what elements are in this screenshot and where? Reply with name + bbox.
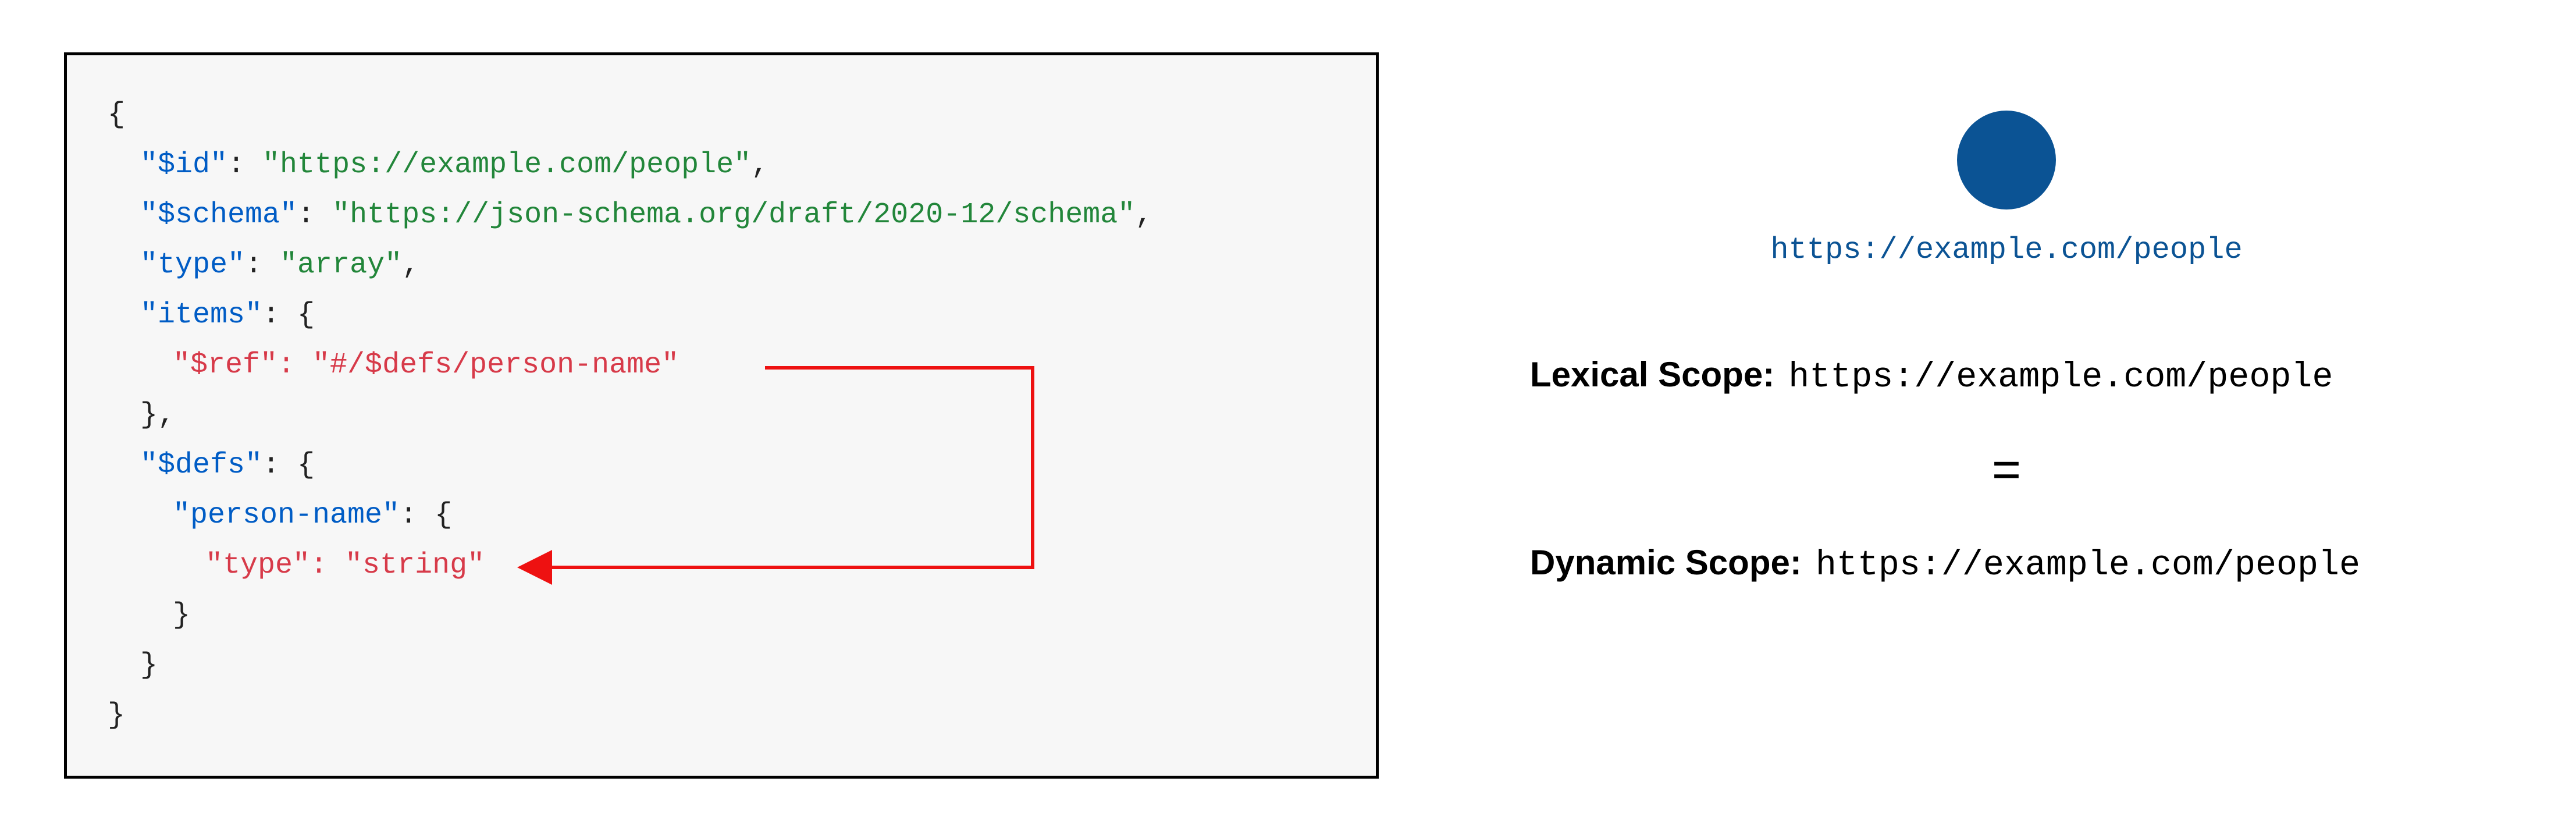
lexical-scope-row: Lexical Scope: https://example.com/peopl… (1507, 354, 2506, 397)
val-id: "https://example.com/people" (262, 148, 751, 182)
code-line: "person-name": { (108, 491, 1335, 541)
schema-node-label: https://example.com/people (1770, 233, 2242, 267)
scope-panel: https://example.com/people Lexical Scope… (1507, 52, 2506, 585)
key-type: "type" (140, 248, 245, 282)
key-inner-type: "type" (205, 549, 310, 582)
schema-node-icon (1957, 111, 2056, 209)
code-line: "$id": "https://example.com/people", (108, 140, 1335, 190)
code-panel: { "$id": "https://example.com/people", "… (64, 52, 1379, 779)
key-schema: "$schema" (140, 198, 297, 232)
code-line-target: "type": "string" (108, 541, 1335, 591)
val-ref: "#/$defs/person-name" (312, 349, 679, 382)
code-line: } (108, 591, 1335, 641)
code-line: "items": { (108, 290, 1335, 340)
lexical-scope-label: Lexical Scope: (1530, 354, 1774, 395)
code-line: "$defs": { (108, 441, 1335, 491)
code-line: }, (108, 390, 1335, 441)
code-line-ref: "$ref": "#/$defs/person-name" (108, 340, 1335, 390)
code-line: "$schema": "https://json-schema.org/draf… (108, 190, 1335, 240)
code-line: } (108, 691, 1335, 741)
val-inner-type: "string" (345, 549, 485, 582)
dynamic-scope-value: https://example.com/people (1816, 546, 2360, 585)
key-person: "person-name" (173, 499, 400, 532)
key-id: "$id" (140, 148, 227, 182)
code-line: "type": "array", (108, 240, 1335, 290)
val-schema: "https://json-schema.org/draft/2020-12/s… (332, 198, 1135, 232)
val-type: "array" (280, 248, 402, 282)
equals-sign: = (1507, 441, 2506, 499)
key-defs: "$defs" (140, 449, 262, 482)
lexical-scope-value: https://example.com/people (1788, 358, 2333, 397)
dynamic-scope-label: Dynamic Scope: (1530, 542, 1802, 583)
code-line: { (108, 90, 1335, 140)
code-line: } (108, 641, 1335, 691)
key-items: "items" (140, 299, 262, 332)
dynamic-scope-row: Dynamic Scope: https://example.com/peopl… (1507, 542, 2506, 585)
key-ref: "$ref" (173, 349, 277, 382)
